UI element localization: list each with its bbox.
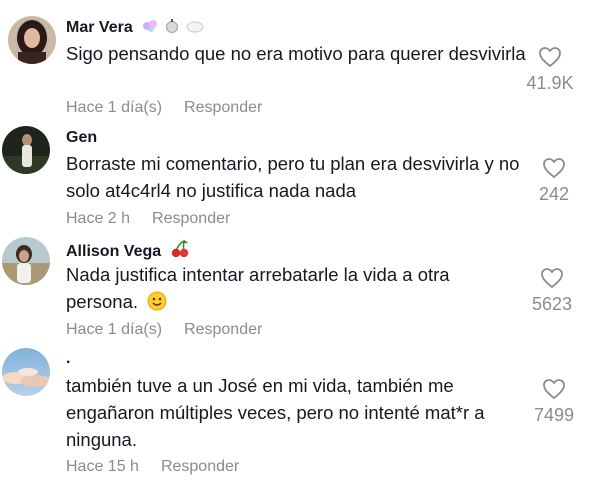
avatar[interactable] bbox=[2, 126, 50, 174]
like-count: 242 bbox=[538, 184, 570, 204]
comment-meta: Hace 15 h Responder bbox=[66, 458, 239, 476]
username[interactable]: . bbox=[66, 350, 70, 368]
comment-text: Nada justifica intentar arrebatarle la v… bbox=[66, 264, 450, 312]
username[interactable]: Allison Vega bbox=[66, 239, 190, 263]
comment-time: Hace 1 día(s) bbox=[66, 99, 163, 116]
cherry-icon bbox=[170, 239, 190, 263]
reply-button[interactable]: Responder bbox=[152, 210, 230, 227]
heart-icon bbox=[543, 158, 565, 178]
comment-meta: Hace 1 día(s) Responder bbox=[66, 99, 262, 117]
comment-text: también tuve a un José en mi vida, tambi… bbox=[66, 375, 485, 450]
comment-time: Hace 2 h bbox=[66, 210, 131, 227]
comment-text: Borraste mi comentario, pero tu plan era… bbox=[66, 153, 520, 201]
reply-button[interactable]: Responder bbox=[161, 458, 239, 475]
avatar[interactable] bbox=[8, 16, 56, 64]
like-count: 7499 bbox=[533, 405, 575, 425]
comment-meta: Hace 1 día(s) Responder bbox=[66, 321, 262, 339]
like-button[interactable]: 5623 bbox=[512, 267, 592, 315]
reply-button[interactable]: Responder bbox=[184, 99, 262, 116]
username[interactable]: Mar Vera bbox=[66, 18, 207, 39]
emoji-decoration-icon bbox=[141, 18, 207, 39]
like-button[interactable]: 242 bbox=[514, 157, 594, 205]
heart-icon bbox=[543, 379, 565, 399]
avatar[interactable] bbox=[2, 237, 50, 285]
username[interactable]: Gen bbox=[66, 129, 97, 147]
like-count: 5623 bbox=[531, 294, 573, 314]
smiling-face-icon bbox=[147, 291, 167, 311]
avatar[interactable] bbox=[2, 348, 50, 396]
like-button[interactable]: 7499 bbox=[514, 378, 594, 426]
comment-text: Sigo pensando que no era motivo para que… bbox=[66, 43, 526, 64]
heart-icon bbox=[539, 47, 561, 67]
comment-meta: Hace 2 h Responder bbox=[66, 210, 230, 228]
reply-button[interactable]: Responder bbox=[184, 321, 262, 338]
comment-time: Hace 1 día(s) bbox=[66, 321, 163, 338]
like-button[interactable]: 41.9K bbox=[510, 46, 590, 94]
comment-time: Hace 15 h bbox=[66, 458, 139, 475]
heart-icon bbox=[541, 268, 563, 288]
like-count: 41.9K bbox=[526, 73, 574, 93]
